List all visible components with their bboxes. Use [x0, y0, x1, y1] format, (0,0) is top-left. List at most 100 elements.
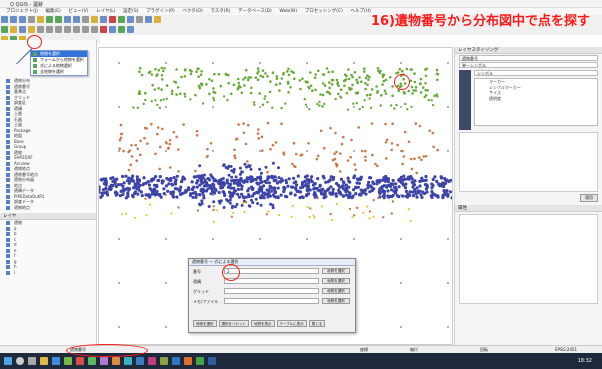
reset-selection-button[interactable]: 選択をリセット [218, 320, 249, 327]
artifact-point[interactable] [244, 76, 247, 79]
artifact-point[interactable] [363, 99, 366, 102]
artifact-point[interactable] [339, 152, 342, 155]
artifact-point[interactable] [119, 189, 123, 193]
artifact-point[interactable] [278, 82, 282, 85]
artifact-point[interactable] [325, 67, 329, 70]
artifact-point[interactable] [404, 189, 408, 193]
artifact-point[interactable] [127, 181, 131, 185]
artifact-point[interactable] [436, 95, 439, 98]
plugin-icon[interactable] [127, 26, 134, 33]
refresh-icon[interactable] [82, 16, 89, 23]
artifact-point[interactable] [227, 81, 230, 85]
artifact-point[interactable] [271, 161, 275, 165]
artifact-point[interactable] [322, 73, 326, 76]
artifact-point[interactable] [424, 82, 427, 85]
artifact-point[interactable] [368, 97, 371, 100]
artifact-point[interactable] [250, 86, 253, 90]
artifact-point[interactable] [366, 186, 370, 190]
artifact-point[interactable] [203, 178, 207, 182]
artifact-point[interactable] [120, 132, 124, 136]
artifact-point[interactable] [402, 183, 406, 187]
menu-vector[interactable]: ベクタ(O) [182, 8, 202, 14]
artifact-point[interactable] [393, 107, 396, 110]
artifact-point[interactable] [140, 73, 144, 77]
layer-select[interactable]: 遺物番号 [459, 55, 598, 61]
artifact-point[interactable] [342, 135, 345, 139]
artifact-point[interactable] [232, 211, 235, 215]
row-select-button[interactable]: 地物を選択 [322, 278, 350, 284]
artifact-point[interactable] [214, 179, 218, 183]
artifact-point[interactable] [277, 176, 281, 180]
artifact-point[interactable] [176, 86, 180, 89]
artifact-point[interactable] [323, 84, 327, 87]
artifact-point[interactable] [160, 88, 163, 91]
artifact-point[interactable] [409, 175, 413, 179]
artifact-point[interactable] [314, 73, 317, 76]
artifact-point[interactable] [165, 176, 169, 181]
digitize-icon[interactable] [19, 26, 26, 33]
artifact-point[interactable] [345, 91, 349, 95]
artifact-point[interactable] [143, 136, 146, 140]
artifact-point[interactable] [230, 169, 234, 173]
artifact-point[interactable] [183, 92, 186, 96]
artifact-point[interactable] [307, 86, 311, 90]
artifact-point[interactable] [267, 181, 271, 185]
menu-web[interactable]: Web(W) [279, 9, 297, 14]
artifact-point[interactable] [144, 98, 147, 102]
artifact-point[interactable] [365, 93, 369, 97]
artifact-point[interactable] [391, 94, 394, 97]
artifact-point[interactable] [346, 159, 350, 162]
artifact-point[interactable] [166, 189, 170, 193]
artifact-point[interactable] [382, 79, 386, 83]
artifact-point[interactable] [329, 126, 332, 130]
artifact-point[interactable] [274, 141, 278, 144]
map-tips-icon[interactable] [145, 16, 152, 23]
checkbox-icon[interactable] [6, 232, 10, 236]
artifact-point[interactable] [355, 78, 358, 82]
artifact-point[interactable] [303, 97, 306, 101]
artifact-point[interactable] [381, 194, 386, 198]
artifact-point[interactable] [362, 211, 365, 214]
artifact-point[interactable] [318, 104, 321, 107]
artifact-point[interactable] [310, 180, 314, 184]
artifact-point[interactable] [230, 206, 234, 210]
artifact-point[interactable] [133, 216, 137, 220]
artifact-point[interactable] [354, 186, 358, 190]
artifact-point[interactable] [347, 77, 351, 81]
artifact-point[interactable] [198, 193, 202, 197]
artifact-point[interactable] [275, 77, 279, 81]
artifact-point[interactable] [258, 92, 261, 95]
artifact-point[interactable] [200, 181, 204, 185]
artifact-point[interactable] [399, 175, 403, 179]
artifact-point[interactable] [217, 190, 221, 195]
artifact-point[interactable] [334, 162, 338, 165]
artifact-point[interactable] [319, 129, 323, 133]
artifact-point[interactable] [183, 191, 187, 195]
artifact-point[interactable] [390, 212, 393, 215]
artifact-point[interactable] [161, 69, 165, 73]
artifact-point[interactable] [401, 194, 405, 198]
attribute-table-icon[interactable] [127, 16, 134, 23]
artifact-point[interactable] [309, 84, 313, 88]
artifact-point[interactable] [156, 103, 159, 107]
artifact-point[interactable] [318, 184, 322, 188]
artifact-point[interactable] [258, 178, 262, 181]
app-icon[interactable] [136, 357, 144, 365]
artifact-point[interactable] [162, 98, 165, 101]
artifact-point[interactable] [222, 164, 226, 167]
artifact-point[interactable] [385, 185, 389, 189]
artifact-point[interactable] [240, 91, 244, 94]
artifact-point[interactable] [391, 182, 395, 186]
row-select-button[interactable]: 地物を選択 [322, 288, 350, 294]
artifact-point[interactable] [364, 155, 367, 159]
artifact-point[interactable] [351, 216, 354, 219]
artifact-point[interactable] [313, 186, 317, 190]
artifact-point[interactable] [206, 147, 209, 151]
paste-icon[interactable] [73, 26, 80, 33]
artifact-point[interactable] [269, 202, 273, 206]
artifact-point[interactable] [246, 160, 249, 163]
artifact-point[interactable] [219, 84, 223, 88]
artifact-point[interactable] [380, 178, 384, 182]
artifact-point[interactable] [242, 78, 245, 81]
artifact-point[interactable] [431, 131, 435, 135]
